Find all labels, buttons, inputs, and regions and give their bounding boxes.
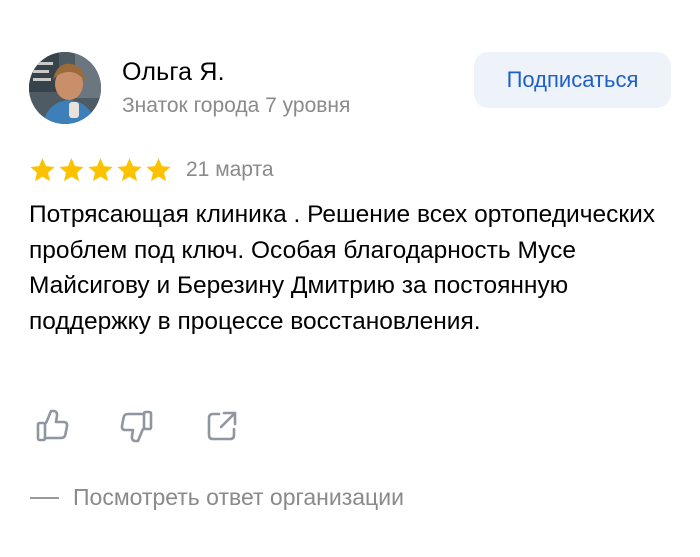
share-button[interactable] — [200, 404, 244, 448]
org-response-label: Посмотреть ответ организации — [73, 484, 404, 510]
review-date: 21 марта — [186, 158, 274, 181]
dislike-button[interactable] — [115, 404, 159, 448]
star-icon — [146, 157, 171, 181]
review-text: Потрясающая клиника . Решение всех ортоп… — [29, 201, 656, 335]
star-icon — [88, 157, 113, 181]
like-button[interactable] — [30, 404, 74, 448]
author-level: Знаток города 7 уровня — [122, 94, 351, 117]
avatar[interactable] — [29, 52, 101, 124]
share-icon — [207, 411, 237, 441]
view-org-response-link[interactable]: Посмотреть ответ организации — [30, 484, 404, 511]
author-name[interactable]: Ольга Я. — [122, 58, 225, 87]
thumbs-up-icon — [36, 409, 69, 442]
rating-row: 21 марта — [28, 154, 274, 186]
thumbs-down-icon — [120, 410, 153, 443]
review-actions — [30, 404, 285, 448]
rating-stars — [28, 156, 173, 185]
star-icon — [117, 157, 142, 181]
star-icon — [59, 157, 84, 181]
avatar-photo — [29, 52, 101, 124]
star-icon — [30, 157, 55, 181]
subscribe-button[interactable]: Подписаться — [474, 52, 671, 108]
dash-divider — [30, 496, 59, 499]
